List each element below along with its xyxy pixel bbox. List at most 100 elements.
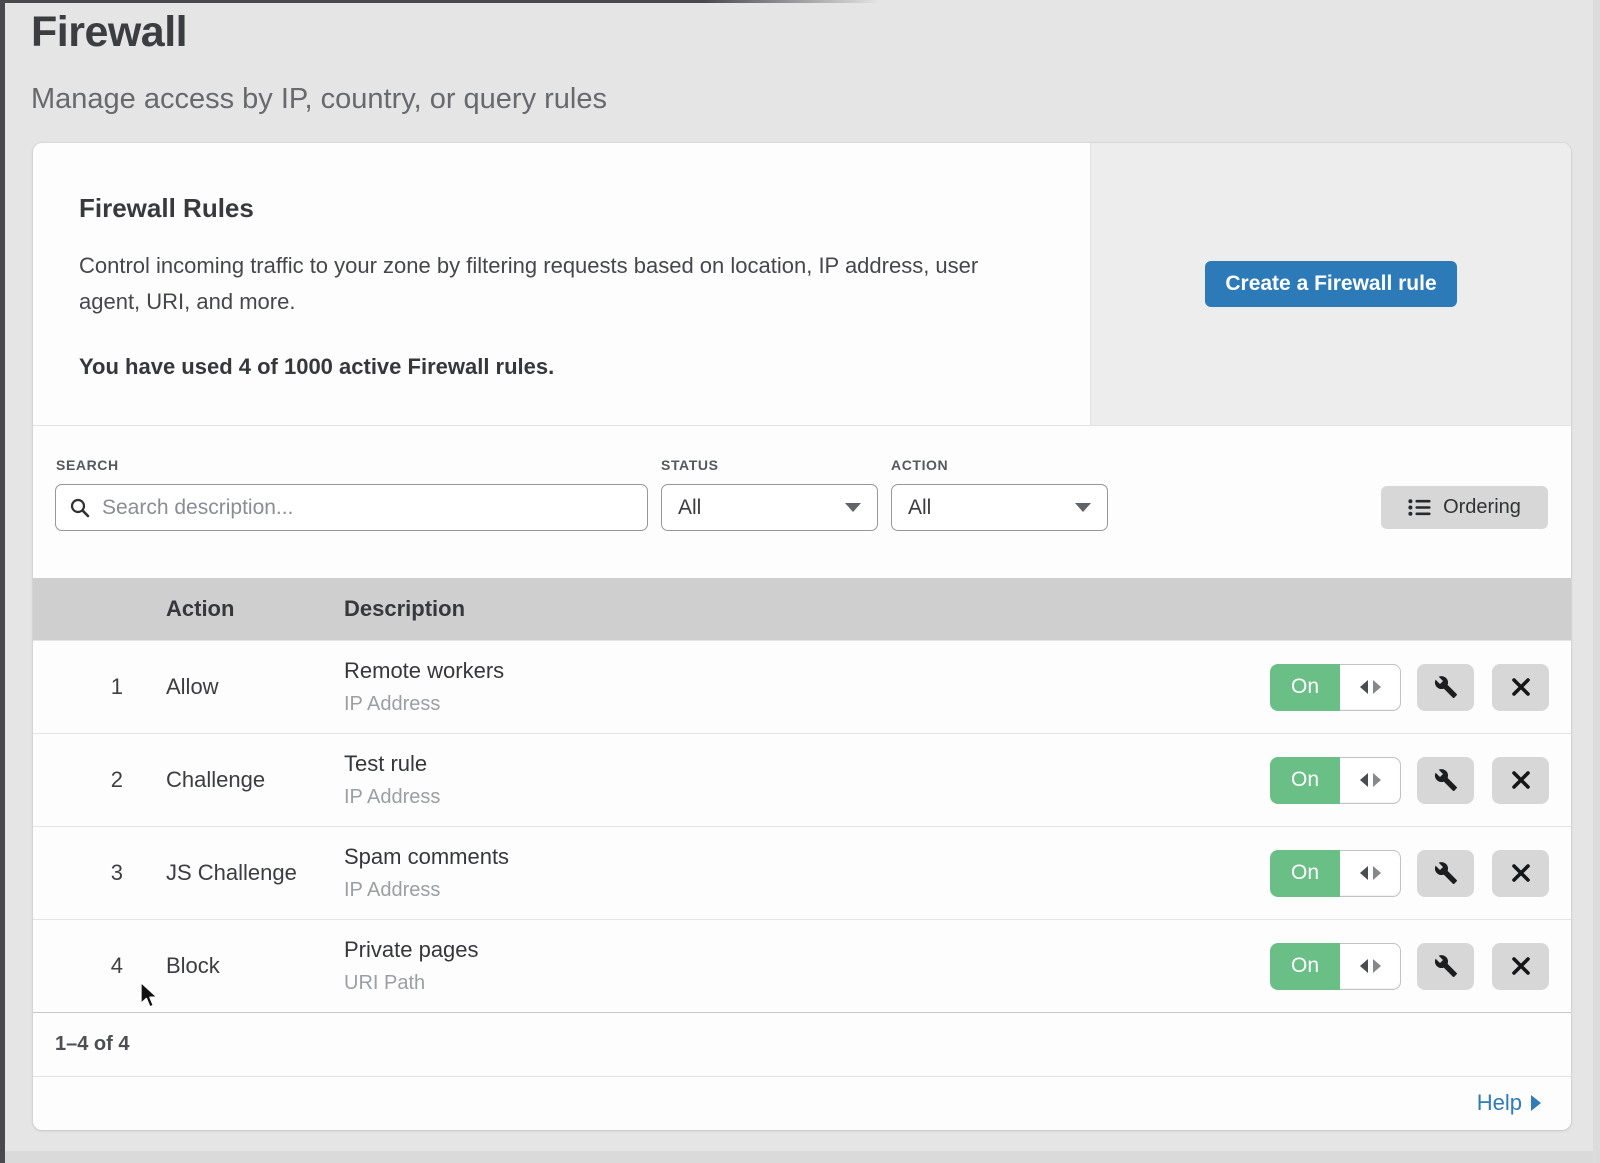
column-header-description: Description: [344, 596, 465, 622]
wrench-icon: [1434, 861, 1458, 885]
arrow-right-icon: [1373, 959, 1381, 973]
rule-description: Test rule: [344, 751, 1270, 777]
arrow-left-icon: [1360, 680, 1368, 694]
status-selected-value: All: [678, 496, 701, 520]
rule-priority: 4: [33, 953, 123, 979]
page-subtitle: Manage access by IP, country, or query r…: [31, 83, 1600, 116]
arrow-left-icon: [1360, 866, 1368, 880]
close-icon: [1510, 862, 1532, 884]
help-link-label: Help: [1477, 1090, 1522, 1116]
arrow-right-icon: [1373, 866, 1381, 880]
rule-enabled-toggle[interactable]: On: [1270, 850, 1401, 897]
table-header: Action Description: [33, 578, 1571, 640]
toggle-handle[interactable]: [1340, 850, 1401, 897]
toggle-on-label: On: [1270, 757, 1340, 804]
overview-section: Firewall Rules Control incoming traffic …: [33, 143, 1571, 425]
rule-match-type: IP Address: [344, 786, 1270, 809]
rule-match-type: IP Address: [344, 693, 1270, 716]
arrow-left-icon: [1360, 959, 1368, 973]
window-edge-top: [0, 0, 880, 3]
delete-rule-button[interactable]: [1492, 850, 1549, 897]
window-edge-right: [1593, 0, 1600, 1163]
toggle-handle[interactable]: [1340, 757, 1401, 804]
rule-priority: 2: [33, 767, 123, 793]
arrow-right-icon: [1531, 1095, 1541, 1111]
toggle-on-label: On: [1270, 664, 1340, 711]
toggle-handle[interactable]: [1340, 943, 1401, 990]
overview-text: Firewall Rules Control incoming traffic …: [33, 143, 1033, 380]
search-icon: [70, 498, 90, 518]
rule-controls: On: [1270, 757, 1549, 804]
section-description: Control incoming traffic to your zone by…: [79, 248, 1024, 320]
rule-action: Allow: [123, 674, 344, 700]
rule-description: Spam comments: [344, 844, 1270, 870]
wrench-icon: [1434, 675, 1458, 699]
delete-rule-button[interactable]: [1492, 943, 1549, 990]
table-row: 3 JS Challenge Spam comments IP Address …: [33, 826, 1571, 919]
action-label: ACTION: [891, 457, 948, 473]
delete-rule-button[interactable]: [1492, 664, 1549, 711]
rule-action: Block: [123, 953, 344, 979]
rule-priority: 3: [33, 860, 123, 886]
arrow-right-icon: [1373, 680, 1381, 694]
search-box[interactable]: [55, 484, 648, 531]
wrench-icon: [1434, 954, 1458, 978]
arrow-left-icon: [1360, 773, 1368, 787]
table-row: 4 Block Private pages URI Path On: [33, 919, 1571, 1012]
rule-action: JS Challenge: [123, 860, 344, 886]
ordering-button[interactable]: Ordering: [1381, 486, 1548, 529]
filters-section: SEARCH STATUS All ACTION All: [33, 425, 1571, 578]
rule-enabled-toggle[interactable]: On: [1270, 664, 1401, 711]
rule-controls: On: [1270, 943, 1549, 990]
chevron-down-icon: [845, 503, 861, 512]
window-edge-left: [0, 0, 5, 1163]
search-input[interactable]: [100, 495, 633, 521]
ordering-list-icon: [1408, 498, 1431, 517]
page-title: Firewall: [31, 8, 1600, 57]
close-icon: [1510, 676, 1532, 698]
status-select[interactable]: All: [661, 484, 878, 531]
usage-note: You have used 4 of 1000 active Firewall …: [79, 354, 1033, 380]
close-icon: [1510, 769, 1532, 791]
rule-description-cell: Test rule IP Address: [344, 751, 1270, 809]
rule-description-cell: Spam comments IP Address: [344, 844, 1270, 902]
help-link[interactable]: Help: [1477, 1090, 1541, 1116]
firewall-rules-card: Firewall Rules Control incoming traffic …: [33, 143, 1571, 1130]
close-icon: [1510, 955, 1532, 977]
rule-controls: On: [1270, 664, 1549, 711]
help-row: Help: [33, 1076, 1571, 1129]
table-row: 1 Allow Remote workers IP Address On: [33, 640, 1571, 733]
rule-controls: On: [1270, 850, 1549, 897]
rule-action: Challenge: [123, 767, 344, 793]
edit-rule-button[interactable]: [1417, 943, 1474, 990]
rule-description-cell: Remote workers IP Address: [344, 658, 1270, 716]
action-selected-value: All: [908, 496, 931, 520]
window-edge-bottom: [0, 1151, 1600, 1163]
ordering-button-label: Ordering: [1443, 496, 1521, 519]
rule-enabled-toggle[interactable]: On: [1270, 757, 1401, 804]
status-label: STATUS: [661, 457, 719, 473]
table-row: 2 Challenge Test rule IP Address On: [33, 733, 1571, 826]
column-header-action: Action: [166, 596, 344, 622]
edit-rule-button[interactable]: [1417, 757, 1474, 804]
chevron-down-icon: [1075, 503, 1091, 512]
edit-rule-button[interactable]: [1417, 664, 1474, 711]
rule-description: Private pages: [344, 937, 1270, 963]
toggle-handle[interactable]: [1340, 664, 1401, 711]
section-heading: Firewall Rules: [79, 193, 1033, 224]
action-select[interactable]: All: [891, 484, 1108, 531]
pagination-text: 1–4 of 4: [55, 1033, 129, 1056]
delete-rule-button[interactable]: [1492, 757, 1549, 804]
rule-enabled-toggle[interactable]: On: [1270, 943, 1401, 990]
rule-description: Remote workers: [344, 658, 1270, 684]
pagination-row: 1–4 of 4: [33, 1012, 1571, 1076]
toggle-on-label: On: [1270, 943, 1340, 990]
wrench-icon: [1434, 768, 1458, 792]
rule-priority: 1: [33, 674, 123, 700]
search-label: SEARCH: [56, 457, 119, 473]
edit-rule-button[interactable]: [1417, 850, 1474, 897]
create-rule-panel: Create a Firewall rule: [1090, 143, 1571, 425]
rule-match-type: URI Path: [344, 972, 1270, 995]
page-header: Firewall Manage access by IP, country, o…: [0, 0, 1600, 116]
create-firewall-rule-button[interactable]: Create a Firewall rule: [1205, 261, 1457, 307]
